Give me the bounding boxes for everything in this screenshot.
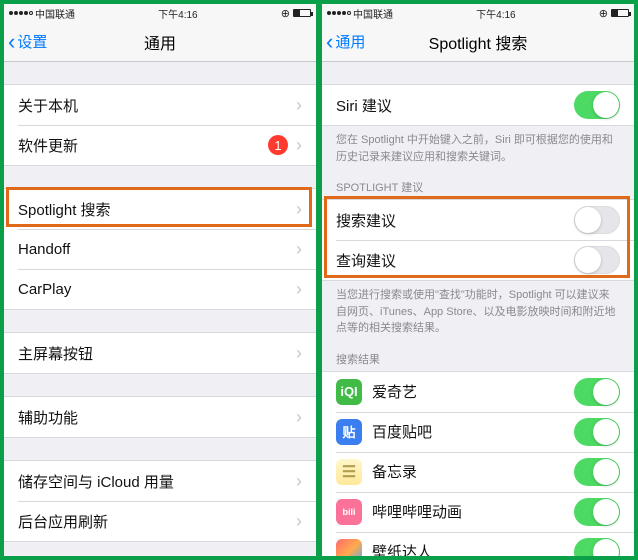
chevron-right-icon: › xyxy=(296,239,302,260)
chevron-right-icon: › xyxy=(296,135,302,156)
row-app-iqiyi[interactable]: iQI 爱奇艺 xyxy=(322,372,634,412)
carrier: 中国联通 xyxy=(35,6,75,21)
toggle-search-sugg[interactable] xyxy=(574,206,620,234)
back-label: 通用 xyxy=(335,31,365,52)
row-storage[interactable]: 储存空间与 iCloud 用量 › xyxy=(4,461,316,501)
toggle-app[interactable] xyxy=(574,538,620,557)
sugg-note: 当您进行搜索或使用"查找"功能时，Spotlight 可以建议来自网页、iTun… xyxy=(322,281,634,337)
row-app-tieba[interactable]: 贴 百度贴吧 xyxy=(322,412,634,452)
back-button[interactable]: ‹ 通用 xyxy=(322,31,365,53)
row-siri-suggestions[interactable]: Siri 建议 xyxy=(322,85,634,125)
chevron-right-icon: › xyxy=(296,199,302,220)
chevron-left-icon: ‹ xyxy=(326,31,333,53)
status-bar: 中国联通 下午4:16 ⊕ xyxy=(322,4,634,22)
row-accessibility[interactable]: 辅助功能 › xyxy=(4,397,316,437)
battery-plus-icon: ⊕ xyxy=(281,7,290,20)
toggle-lookup-sugg[interactable] xyxy=(574,246,620,274)
app-icon-tieba: 贴 xyxy=(336,419,362,445)
row-app-bizhi[interactable]: 壁纸达人 xyxy=(322,532,634,557)
app-icon-notes: ☰ xyxy=(336,459,362,485)
row-home-button[interactable]: 主屏幕按钮 › xyxy=(4,333,316,373)
toggle-app[interactable] xyxy=(574,418,620,446)
chevron-left-icon: ‹ xyxy=(8,31,15,53)
nav-bar: ‹ 通用 Spotlight 搜索 xyxy=(322,22,634,62)
battery-icon xyxy=(293,9,311,17)
status-bar: 中国联通 下午4:16 ⊕ xyxy=(4,4,316,22)
row-search-suggestions[interactable]: 搜索建议 xyxy=(322,200,634,240)
update-badge: 1 xyxy=(268,135,288,155)
carrier: 中国联通 xyxy=(353,6,393,21)
row-handoff[interactable]: Handoff › xyxy=(4,229,316,269)
app-icon-bizhi xyxy=(336,539,362,557)
nav-title: Spotlight 搜索 xyxy=(322,30,634,54)
chevron-right-icon: › xyxy=(296,343,302,364)
row-spotlight[interactable]: Spotlight 搜索 › xyxy=(4,189,316,229)
status-time: 下午4:16 xyxy=(158,6,197,21)
back-label: 设置 xyxy=(17,31,47,52)
battery-icon xyxy=(611,9,629,17)
row-app-bilibili[interactable]: bili 哔哩哔哩动画 xyxy=(322,492,634,532)
nav-title: 通用 xyxy=(4,30,316,54)
chevron-right-icon: › xyxy=(296,471,302,492)
battery-plus-icon: ⊕ xyxy=(599,7,608,20)
chevron-right-icon: › xyxy=(296,279,302,300)
toggle-app[interactable] xyxy=(574,378,620,406)
row-bg-refresh[interactable]: 后台应用刷新 › xyxy=(4,501,316,541)
section-search-results: 搜索结果 xyxy=(322,337,634,371)
toggle-app[interactable] xyxy=(574,458,620,486)
row-lookup-suggestions[interactable]: 查询建议 xyxy=(322,240,634,280)
row-about[interactable]: 关于本机 › xyxy=(4,85,316,125)
status-time: 下午4:16 xyxy=(476,6,515,21)
chevron-right-icon: › xyxy=(296,511,302,532)
row-app-notes[interactable]: ☰ 备忘录 xyxy=(322,452,634,492)
nav-bar: ‹ 设置 通用 xyxy=(4,22,316,62)
siri-note: 您在 Spotlight 中开始键入之前，Siri 即可根据您的使用和历史记录来… xyxy=(322,126,634,165)
app-icon-iqiyi: iQI xyxy=(336,379,362,405)
right-screen: 中国联通 下午4:16 ⊕ ‹ 通用 Spotlight 搜索 Siri 建议 … xyxy=(322,4,634,556)
row-software-update[interactable]: 软件更新 1 › xyxy=(4,125,316,165)
toggle-app[interactable] xyxy=(574,498,620,526)
left-screen: 中国联通 下午4:16 ⊕ ‹ 设置 通用 关于本机 › 软件更新 1 › xyxy=(4,4,316,556)
chevron-right-icon: › xyxy=(296,407,302,428)
toggle-siri[interactable] xyxy=(574,91,620,119)
chevron-right-icon: › xyxy=(296,95,302,116)
section-spotlight-suggestions: SPOTLIGHT 建议 xyxy=(322,165,634,199)
back-button[interactable]: ‹ 设置 xyxy=(4,31,47,53)
row-carplay[interactable]: CarPlay › xyxy=(4,269,316,309)
app-icon-bilibili: bili xyxy=(336,499,362,525)
